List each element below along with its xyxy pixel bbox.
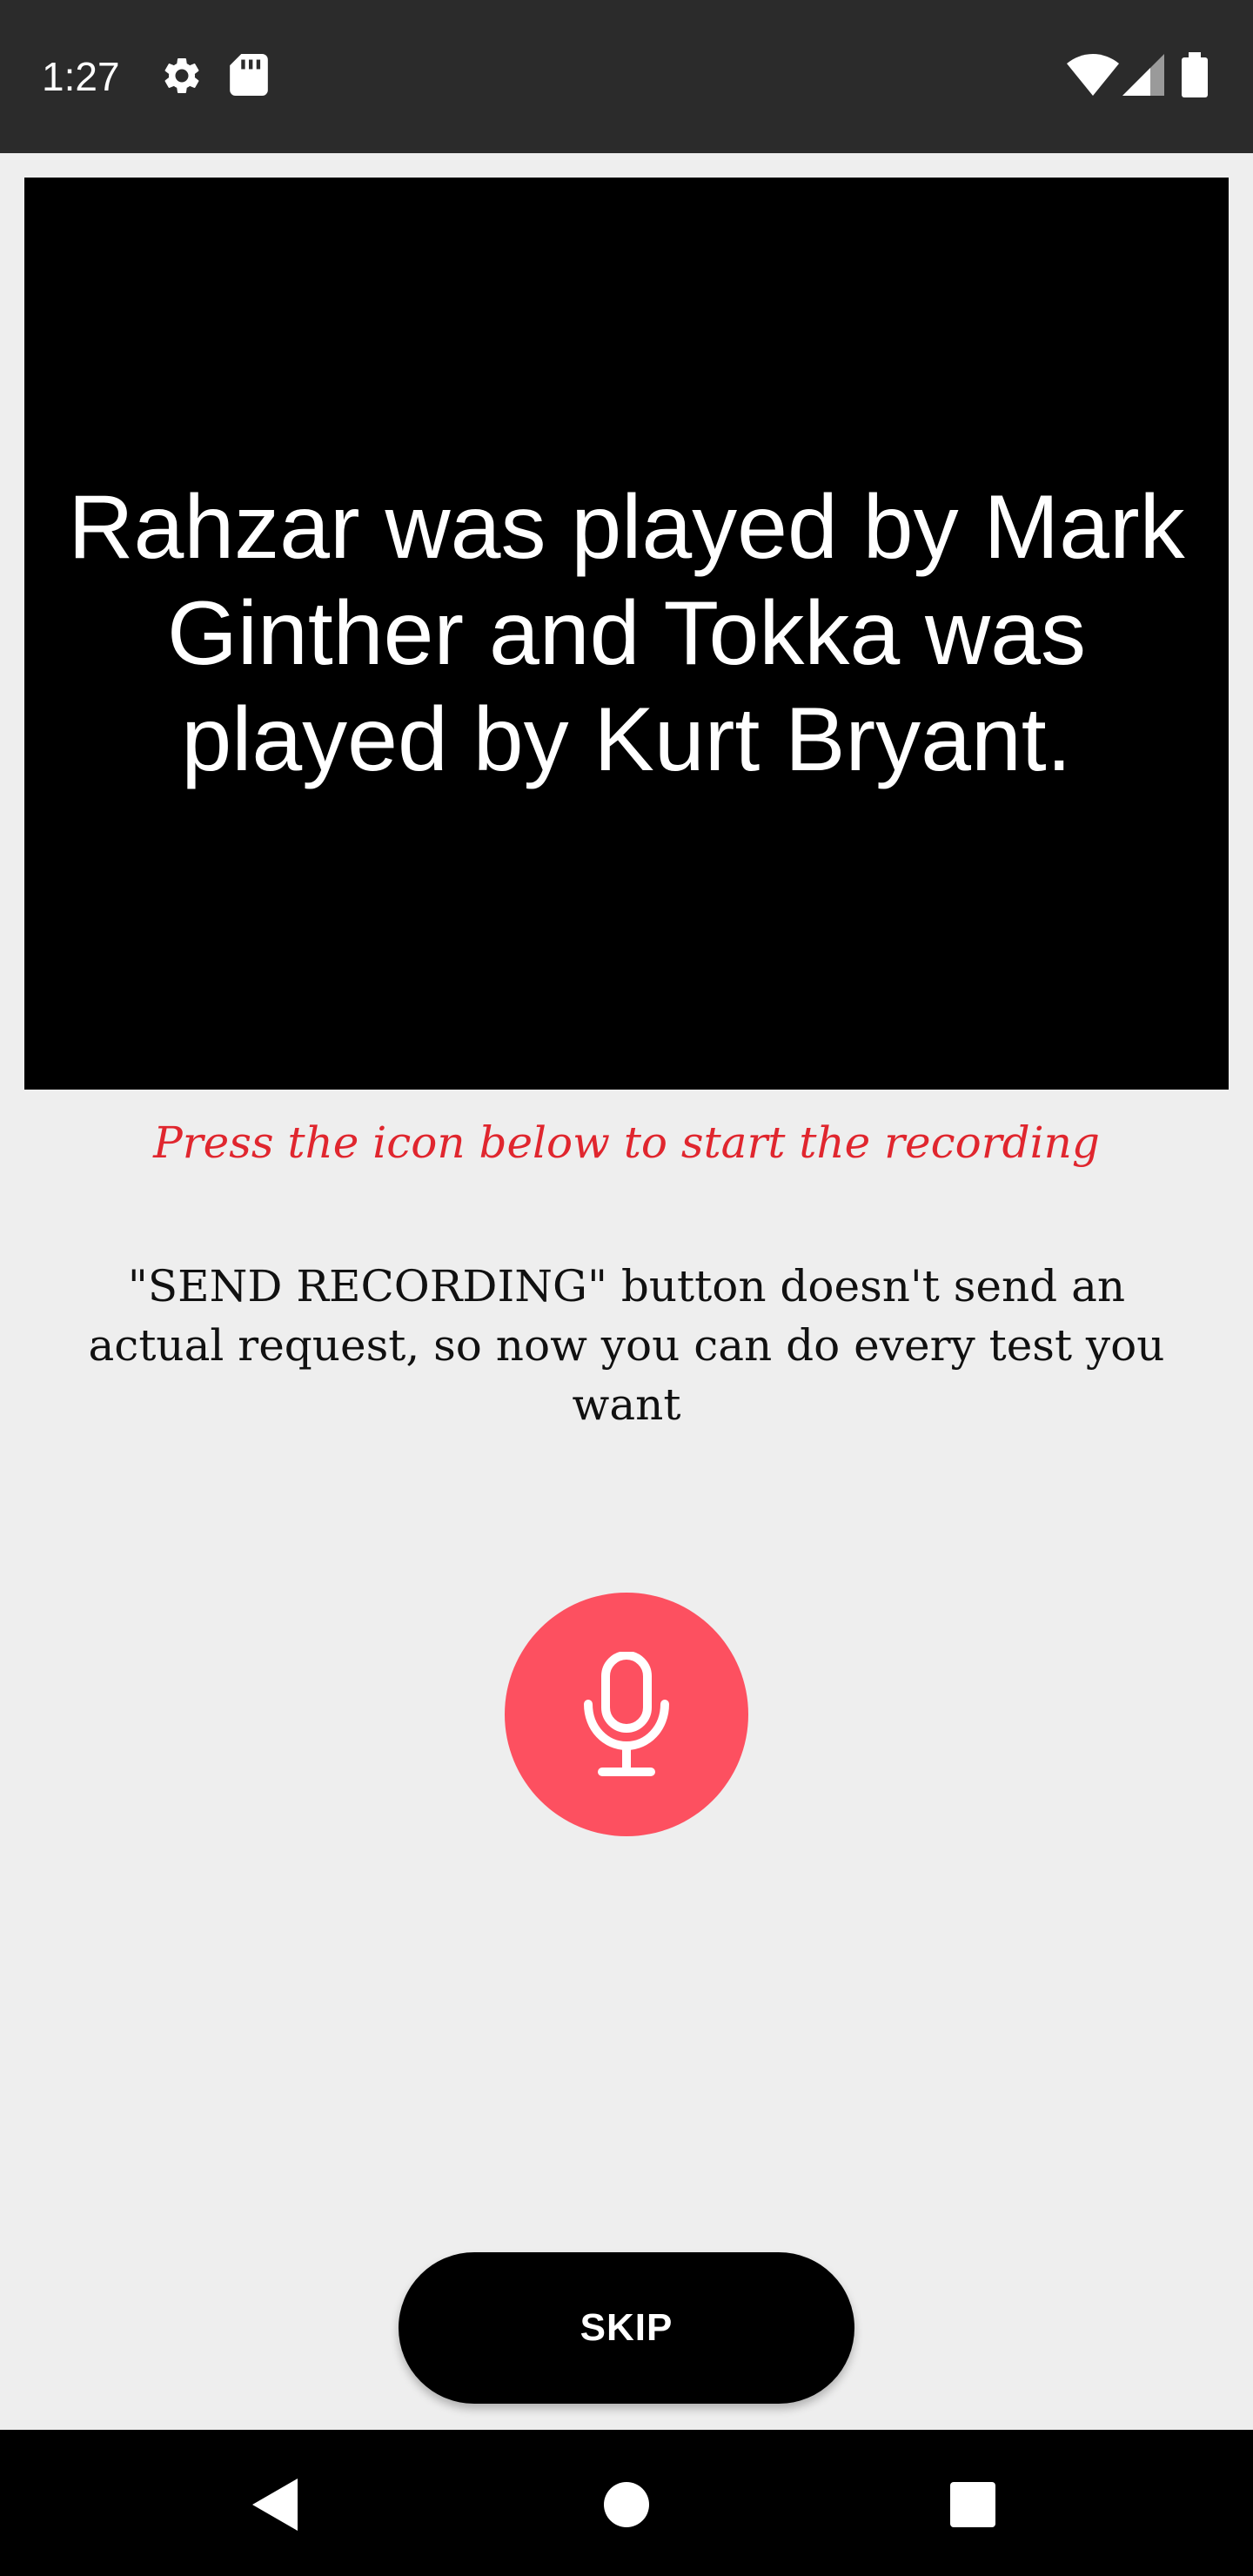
wifi-icon (1067, 54, 1119, 96)
cellular-signal-icon (1122, 54, 1164, 96)
sd-card-icon (230, 54, 268, 96)
navigation-bar (0, 2430, 1253, 2576)
send-recording-note: "SEND RECORDING" button doesn't send an … (88, 1261, 1165, 1430)
status-time: 1:27 (42, 54, 120, 99)
sentence-card: Rahzar was played by Mark Ginther and To… (24, 178, 1229, 1090)
home-icon[interactable] (604, 2482, 649, 2527)
battery-icon (1182, 52, 1208, 97)
skip-button[interactable]: SKIP (399, 2252, 854, 2404)
microphone-icon (584, 1652, 669, 1776)
status-bar: 1:27 (0, 0, 1253, 153)
back-icon[interactable] (252, 2479, 298, 2531)
settings-icon (164, 57, 199, 93)
recording-instruction: Press the icon below to start the record… (153, 1117, 1100, 1168)
record-button[interactable] (505, 1593, 748, 1836)
sentence-text: Rahzar was played by Mark Ginther and To… (68, 477, 1185, 790)
recents-icon[interactable] (950, 2482, 995, 2527)
